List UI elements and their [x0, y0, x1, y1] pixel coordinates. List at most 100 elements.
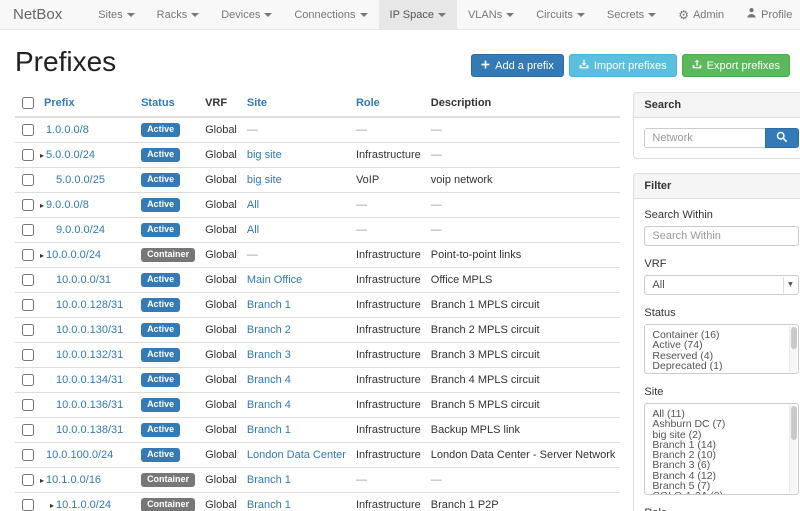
- column-header-status[interactable]: Status: [136, 92, 200, 117]
- status-badge: Active: [141, 423, 180, 437]
- role-value: Infrastructure: [351, 393, 426, 418]
- prefix-link[interactable]: 9.0.0.0/8: [46, 199, 89, 211]
- site-link[interactable]: Branch 1: [247, 424, 291, 436]
- row-checkbox[interactable]: [22, 474, 34, 486]
- site-link[interactable]: Main Office: [247, 274, 302, 286]
- table-row: ▸9.0.0.0/24 Active Global All — —: [15, 218, 620, 243]
- status-filter-list[interactable]: Container (16)Active (74)Reserved (4)Dep…: [644, 324, 799, 374]
- site-link[interactable]: big site: [247, 174, 282, 186]
- row-checkbox[interactable]: [22, 499, 34, 511]
- prefix-link[interactable]: 5.0.0.0/25: [56, 174, 105, 186]
- search-within-input[interactable]: [644, 226, 799, 246]
- status-badge: Active: [141, 223, 180, 237]
- site-link[interactable]: Branch 4: [247, 374, 291, 386]
- add-prefix-button[interactable]: Add a prefix: [471, 54, 564, 77]
- site-link[interactable]: Branch 2: [247, 324, 291, 336]
- nav-item-devices[interactable]: Devices: [210, 0, 283, 29]
- site-cell: Branch 1: [242, 468, 351, 493]
- row-checkbox[interactable]: [22, 399, 34, 411]
- column-header-role[interactable]: Role: [351, 92, 426, 117]
- status-badge: Active: [141, 448, 180, 462]
- status-badge: Active: [141, 148, 180, 162]
- prefix-link[interactable]: 10.0.0.130/31: [56, 324, 123, 336]
- site-link[interactable]: Branch 1: [247, 499, 291, 511]
- scrollbar[interactable]: [789, 326, 797, 372]
- prefix-link[interactable]: 10.0.100.0/24: [46, 449, 113, 461]
- role-value: —: [351, 193, 426, 218]
- description-value: —: [426, 117, 621, 143]
- brand-logo[interactable]: NetBox: [0, 0, 75, 29]
- description-value: Office MPLS: [426, 268, 621, 293]
- vrf-value: Global: [200, 243, 242, 268]
- nav-item-racks[interactable]: Racks: [146, 0, 211, 29]
- row-checkbox[interactable]: [22, 199, 34, 211]
- column-header-prefix[interactable]: Prefix: [39, 92, 136, 117]
- row-checkbox[interactable]: [22, 224, 34, 236]
- row-checkbox[interactable]: [22, 324, 34, 336]
- scrollbar[interactable]: [789, 405, 797, 493]
- site-filter-list[interactable]: All (11)Ashburn DC (7)big site (2)Branch…: [644, 403, 799, 495]
- row-checkbox[interactable]: [22, 449, 34, 461]
- status-badge: Container: [141, 248, 195, 262]
- prefix-link[interactable]: 1.0.0.0/8: [46, 124, 89, 136]
- site-link[interactable]: Branch 4: [247, 399, 291, 411]
- row-checkbox[interactable]: [22, 349, 34, 361]
- prefix-link[interactable]: 5.0.0.0/24: [46, 149, 95, 161]
- site-link[interactable]: London Data Center: [247, 449, 346, 461]
- nav-item-circuits[interactable]: Circuits: [525, 0, 596, 29]
- nav-item-sites[interactable]: Sites: [87, 0, 145, 29]
- site-link[interactable]: All: [247, 199, 259, 211]
- prefix-link[interactable]: 10.0.0.134/31: [56, 374, 123, 386]
- table-row: ▸5.0.0.0/25 Active Global big site VoIP …: [15, 168, 620, 193]
- row-checkbox[interactable]: [22, 424, 34, 436]
- nav-item-secrets[interactable]: Secrets: [596, 0, 667, 29]
- site-cell: Branch 4: [242, 393, 351, 418]
- prefix-link[interactable]: 10.0.0.0/24: [46, 249, 101, 261]
- scrollbar-thumb[interactable]: [791, 406, 797, 440]
- prefix-link[interactable]: 10.0.0.0/31: [56, 274, 111, 286]
- select-all-checkbox[interactable]: [22, 97, 34, 109]
- nav-item-connections[interactable]: Connections: [283, 0, 378, 29]
- role-value: Infrastructure: [351, 143, 426, 168]
- row-checkbox[interactable]: [22, 274, 34, 286]
- prefix-link[interactable]: 10.1.0.0/16: [46, 474, 101, 486]
- vrf-select[interactable]: All ▼: [644, 275, 799, 295]
- prefix-link[interactable]: 10.0.0.138/31: [56, 424, 123, 436]
- prefix-link[interactable]: 10.0.0.136/31: [56, 399, 123, 411]
- role-value: Infrastructure: [351, 343, 426, 368]
- import-prefixes-button[interactable]: Import prefixes: [569, 54, 677, 77]
- row-checkbox[interactable]: [22, 174, 34, 186]
- prefix-link[interactable]: 10.0.0.132/31: [56, 349, 123, 361]
- row-checkbox[interactable]: [22, 249, 34, 261]
- scrollbar-thumb[interactable]: [791, 327, 797, 349]
- table-row: ▸10.0.0.128/31 Active Global Branch 1 In…: [15, 293, 620, 318]
- site-link[interactable]: Branch 1: [247, 474, 291, 486]
- column-header-site[interactable]: Site: [242, 92, 351, 117]
- prefix-link[interactable]: 10.0.0.128/31: [56, 299, 123, 311]
- nav-item-profile[interactable]: Profile: [735, 0, 800, 29]
- site-link[interactable]: big site: [247, 149, 282, 161]
- description-value: Branch 3 MPLS circuit: [426, 343, 621, 368]
- row-checkbox[interactable]: [22, 124, 34, 136]
- site-link[interactable]: Branch 1: [247, 299, 291, 311]
- nav-item-ip-space[interactable]: IP Space: [379, 0, 457, 29]
- role-value: —: [351, 468, 426, 493]
- nav-item-vlans[interactable]: VLANs: [457, 0, 525, 29]
- prefix-link[interactable]: 10.1.0.0/24: [56, 499, 111, 511]
- prefix-link[interactable]: 9.0.0.0/24: [56, 224, 105, 236]
- filter-option[interactable]: COLO-1-2A (3): [652, 491, 786, 495]
- site-cell: Branch 3: [242, 343, 351, 368]
- site-link[interactable]: All: [247, 224, 259, 236]
- filter-option[interactable]: Deprecated (1): [652, 361, 786, 371]
- status-badge: Container: [141, 473, 195, 487]
- search-input[interactable]: [644, 128, 765, 148]
- row-checkbox[interactable]: [22, 299, 34, 311]
- nav-item-admin[interactable]: ⚙ Admin: [667, 0, 735, 29]
- vrf-value: Global: [200, 443, 242, 468]
- site-link[interactable]: Branch 3: [247, 349, 291, 361]
- export-prefixes-button[interactable]: Export prefixes: [682, 54, 790, 77]
- search-button[interactable]: [765, 128, 799, 148]
- row-checkbox[interactable]: [22, 374, 34, 386]
- row-checkbox[interactable]: [22, 149, 34, 161]
- description-value: Branch 4 MPLS circuit: [426, 368, 621, 393]
